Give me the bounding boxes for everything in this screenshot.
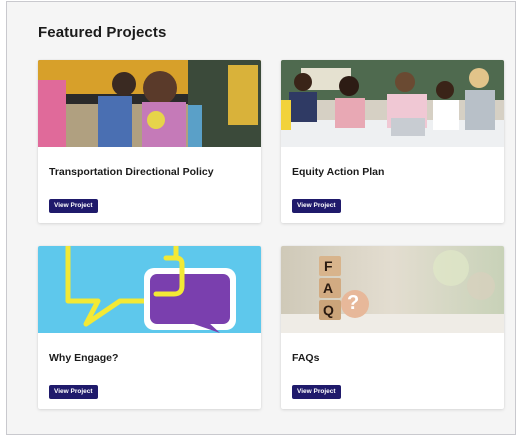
project-card-equity[interactable]: Equity Action Plan View Project <box>281 60 504 223</box>
view-project-button[interactable]: View Project <box>49 199 98 213</box>
view-project-button[interactable]: View Project <box>292 385 341 399</box>
faq-wooden-blocks-photo: F A Q ? <box>281 246 504 333</box>
section-title: Featured Projects <box>38 24 167 41</box>
card-title: Equity Action Plan <box>292 166 385 178</box>
project-card-transportation[interactable]: Transportation Directional Policy View P… <box>38 60 261 223</box>
faq-block-a: A <box>323 280 334 296</box>
view-project-button[interactable]: View Project <box>292 199 341 213</box>
speech-bubbles-illustration <box>38 246 261 333</box>
faq-block-q: Q <box>323 302 334 318</box>
card-title: Why Engage? <box>49 352 119 364</box>
featured-projects-panel: Featured Projects Transportation Directi… <box>6 1 516 435</box>
classroom-students-photo <box>281 60 504 147</box>
faq-block-f: F <box>324 258 333 274</box>
school-bus-children-photo <box>38 60 261 147</box>
view-project-button[interactable]: View Project <box>49 385 98 399</box>
project-card-faqs[interactable]: F A Q ? FAQs View Project <box>281 246 504 409</box>
card-title: Transportation Directional Policy <box>49 166 214 178</box>
faq-question-mark: ? <box>347 292 360 314</box>
card-title: FAQs <box>292 352 320 364</box>
project-card-why-engage[interactable]: Why Engage? View Project <box>38 246 261 409</box>
